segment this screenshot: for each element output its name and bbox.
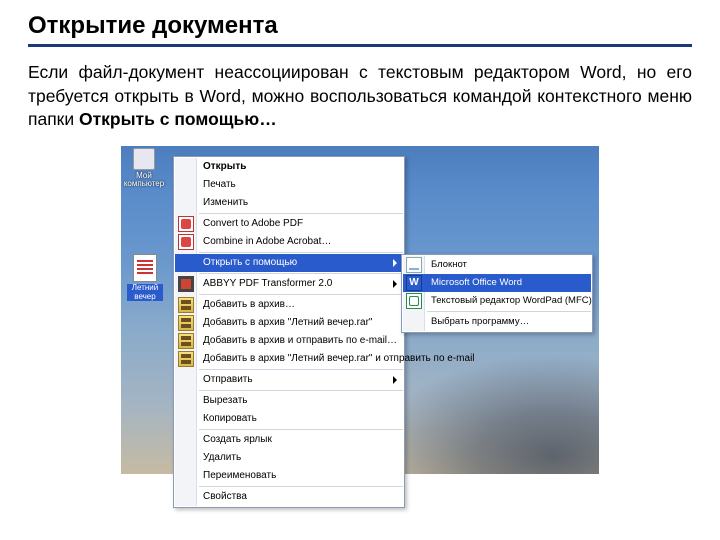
notepad-icon: [406, 257, 422, 273]
pdf-icon: [178, 216, 194, 232]
context-menu-list: Открыть Печать Изменить Convert to Adobe…: [175, 158, 403, 506]
ctx-add-archive[interactable]: Добавить в архив…: [175, 296, 403, 314]
ctx-abbyy[interactable]: ABBYY PDF Transformer 2.0: [175, 275, 403, 293]
body-text-bold: Открыть с помощью…: [79, 109, 277, 129]
ctx-rename[interactable]: Переименовать: [175, 467, 403, 485]
document-icon: [133, 254, 157, 282]
ctx-abbyy-label: ABBYY PDF Transformer 2.0: [203, 278, 332, 289]
chevron-right-icon: [393, 376, 397, 384]
ctx-add-email-label: Добавить в архив и отправить по e-mail…: [203, 335, 397, 346]
ctx-separator: [199, 429, 403, 430]
slide-title: Открытие документа: [28, 12, 692, 47]
ctx-properties[interactable]: Свойства: [175, 488, 403, 506]
screenshot-desktop: Мой компьютер Летний вечер Открыть Печат…: [121, 146, 599, 474]
archive-icon: [178, 297, 194, 313]
ctx-separator: [199, 486, 403, 487]
archive-icon: [178, 351, 194, 367]
ctx-open[interactable]: Открыть: [175, 158, 403, 176]
context-menu: Открыть Печать Изменить Convert to Adobe…: [173, 156, 405, 508]
archive-icon: [178, 315, 194, 331]
abbyy-icon: [178, 276, 194, 292]
desktop-selected-file[interactable]: Летний вечер: [127, 254, 163, 302]
submenu-choose-program[interactable]: Выбрать программу…: [403, 313, 591, 331]
chevron-right-icon: [393, 259, 397, 267]
ctx-add-archive-email[interactable]: Добавить в архив и отправить по e-mail…: [175, 332, 403, 350]
ctx-cut[interactable]: Вырезать: [175, 392, 403, 410]
body-paragraph: Если файл-документ неассоциирован с текс…: [28, 61, 692, 132]
ctx-add-archive-named-email[interactable]: Добавить в архив "Летний вечер.rar" и от…: [175, 350, 403, 368]
ctx-separator: [199, 252, 403, 253]
ctx-copy[interactable]: Копировать: [175, 410, 403, 428]
ctx-separator: [199, 213, 403, 214]
desktop-icon-mycomputer[interactable]: Мой компьютер: [123, 148, 165, 188]
ctx-open-with[interactable]: Открыть с помощью: [175, 254, 403, 272]
ctx-combine-pdf[interactable]: Combine in Adobe Acrobat…: [175, 233, 403, 251]
ctx-separator: [199, 390, 403, 391]
submenu-list: Блокнот Microsoft Office Word Текстовый …: [403, 256, 591, 331]
ctx-open-label: Открыть: [203, 161, 246, 172]
submenu-notepad-label: Блокнот: [431, 259, 467, 270]
ctx-shortcut[interactable]: Создать ярлык: [175, 431, 403, 449]
word-icon: [406, 275, 422, 291]
desktop-icon-label2: компьютер: [123, 180, 165, 188]
submenu-separator: [427, 311, 591, 312]
archive-icon: [178, 333, 194, 349]
computer-icon: [133, 148, 155, 170]
ctx-send-label: Отправить: [203, 374, 253, 385]
chevron-right-icon: [393, 280, 397, 288]
ctx-convert-pdf-label: Convert to Adobe PDF: [203, 218, 303, 229]
ctx-open-with-label: Открыть с помощью: [203, 257, 297, 268]
ctx-combine-pdf-label: Combine in Adobe Acrobat…: [203, 236, 331, 247]
open-with-submenu: Блокнот Microsoft Office Word Текстовый …: [401, 254, 593, 333]
ctx-edit[interactable]: Изменить: [175, 194, 403, 212]
desktop-icons-strip: Мой компьютер: [123, 148, 169, 194]
submenu-notepad[interactable]: Блокнот: [403, 256, 591, 274]
ctx-add-named-email-label: Добавить в архив "Летний вечер.rar" и от…: [203, 353, 475, 364]
submenu-word[interactable]: Microsoft Office Word: [403, 274, 591, 292]
wordpad-icon: [406, 293, 422, 309]
ctx-convert-pdf[interactable]: Convert to Adobe PDF: [175, 215, 403, 233]
ctx-delete[interactable]: Удалить: [175, 449, 403, 467]
ctx-add-archive-named[interactable]: Добавить в архив "Летний вечер.rar": [175, 314, 403, 332]
submenu-wordpad-label: Текстовый редактор WordPad (MFC): [431, 295, 592, 306]
selected-file-label: Летний вечер: [127, 284, 163, 302]
ctx-send[interactable]: Отправить: [175, 371, 403, 389]
ctx-separator: [199, 369, 403, 370]
pdf-icon: [178, 234, 194, 250]
submenu-word-label: Microsoft Office Word: [431, 277, 522, 288]
ctx-separator: [199, 273, 403, 274]
ctx-separator: [199, 294, 403, 295]
ctx-add-arch-label: Добавить в архив…: [203, 299, 295, 310]
submenu-wordpad[interactable]: Текстовый редактор WordPad (MFC): [403, 292, 591, 310]
ctx-print[interactable]: Печать: [175, 176, 403, 194]
ctx-add-arch-named-label: Добавить в архив "Летний вечер.rar": [203, 317, 372, 328]
